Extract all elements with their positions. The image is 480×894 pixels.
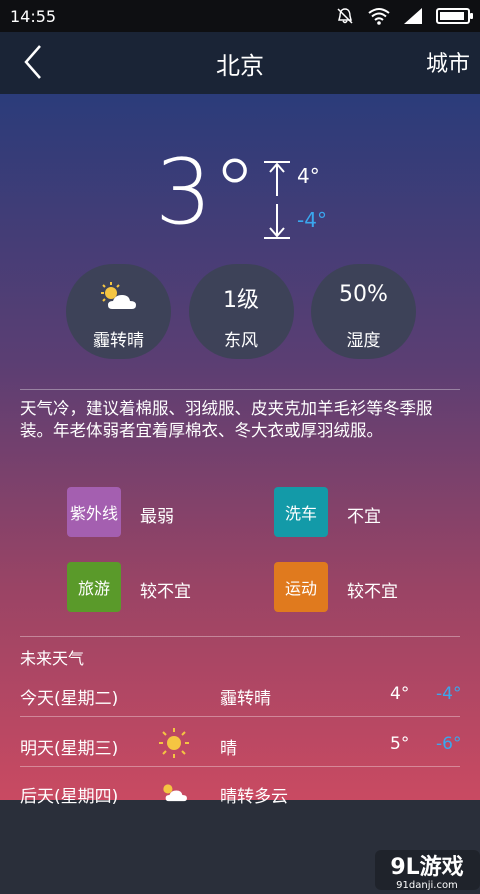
forecast-high: 4° [390,684,410,704]
svg-text:91danji.com: 91danji.com [396,880,458,891]
divider [20,766,460,767]
silent-icon [337,8,353,24]
uv-index-value: 最弱 [140,507,174,527]
divider [20,389,460,390]
forecast-low: -4° [436,684,462,704]
high-temperature: 4° [297,164,320,188]
weather-condition-label: 霾转晴 [93,331,144,351]
forecast-desc: 晴转多云 [220,787,288,807]
watermark-logo: 9L游戏 91danji.com [375,850,480,891]
wind-circle: 1级 东风 [188,264,294,359]
city-button[interactable]: 城市 [426,46,470,78]
sport-badge[interactable]: 运动 [274,562,328,612]
divider [20,716,460,717]
humidity-label: 湿度 [346,331,381,351]
weather-summary-circles: 霾转晴 1级 东风 50% 湿度 [66,264,416,359]
header: 北京 城市 [0,32,480,94]
travel-value: 较不宜 [140,582,191,602]
forecast-low: -6° [436,734,462,754]
temperature-range-icon [264,161,290,239]
forecast-desc: 晴 [220,739,237,759]
svg-text:9L游戏: 9L游戏 [390,854,463,880]
status-bar: 14:55 [0,0,480,32]
forecast-high: 5° [390,734,410,754]
wifi-icon [368,8,390,25]
humidity-circle: 50% 湿度 [311,264,416,359]
car-wash-value: 不宜 [347,507,381,527]
wind-level: 1级 [223,288,259,313]
clothing-advice: 天气冷，建议着棉服、羽绒服、皮夹克加羊毛衫等冬季服装。年老体弱者宜着厚棉衣、冬大… [20,399,433,440]
weather-condition-circle: 霾转晴 [66,264,171,359]
main-content: 3° 4° -4° 霾转晴 1级 东风 50% 湿度 天气冷，建议着棉服、羽绒服… [0,94,480,891]
travel-badge[interactable]: 旅游 [67,562,121,612]
battery-icon [436,8,473,24]
forecast-day: 后天(星期四) [20,787,119,807]
signal-icon [404,8,422,24]
back-arrow-icon[interactable] [14,42,54,82]
sun-icon [159,728,189,758]
car-wash-badge[interactable]: 洗车 [274,487,328,537]
forecast-day: 今天(星期二) [20,689,119,709]
sport-value: 较不宜 [347,582,398,602]
current-temperature-block: 3° 4° -4° [155,148,385,246]
page-title: 北京 [216,51,264,80]
forecast-desc: 霾转晴 [220,689,271,709]
status-icons [336,7,473,25]
divider [20,636,460,637]
humidity-value: 50% [339,282,388,307]
forecast-title: 未来天气 [20,649,85,668]
partly-cloudy-icon [163,784,187,802]
forecast-day: 明天(星期三) [20,739,119,759]
status-time: 14:55 [10,6,57,26]
uv-index-badge[interactable]: 紫外线 [67,487,121,537]
partly-cloudy-icon [101,282,136,309]
current-temperature: 3° [155,140,258,245]
wind-direction: 东风 [224,331,258,351]
low-temperature: -4° [297,208,327,232]
